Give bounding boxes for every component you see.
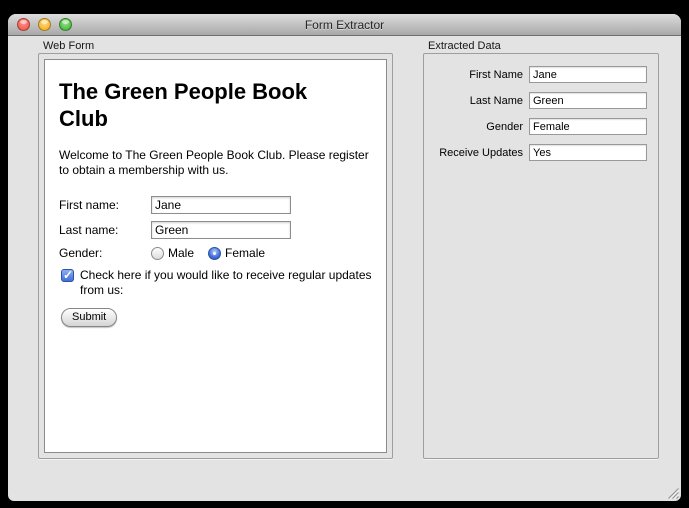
updates-checkbox[interactable]	[61, 269, 74, 282]
extracted-last-name-label: Last Name	[430, 95, 529, 107]
window-content: Web Form The Green People Book Club Welc…	[8, 37, 681, 501]
extracted-gender-field[interactable]	[529, 118, 647, 135]
titlebar[interactable]: Form Extractor	[8, 14, 681, 36]
first-name-row: First name:	[59, 196, 372, 214]
zoom-button[interactable]	[59, 18, 72, 31]
resize-grip-icon[interactable]	[666, 486, 679, 499]
web-form-panel: The Green People Book Club Welcome to Th…	[38, 53, 393, 459]
extracted-row-receive-updates: Receive Updates	[430, 144, 647, 161]
app-window: Form Extractor Web Form The Green People…	[8, 14, 681, 501]
close-button[interactable]	[17, 18, 30, 31]
first-name-label: First name:	[59, 198, 151, 212]
gender-label: Gender:	[59, 246, 151, 260]
web-form-panel-label: Web Form	[43, 40, 94, 52]
extracted-panel-label: Extracted Data	[428, 40, 501, 52]
gender-row: Gender: Male Female	[59, 246, 372, 260]
submit-button[interactable]: Submit	[61, 308, 117, 327]
extracted-row-gender: Gender	[430, 118, 647, 135]
form-intro: Welcome to The Green People Book Club. P…	[59, 148, 375, 178]
updates-label: Check here if you would like to receive …	[80, 268, 372, 298]
window-title: Form Extractor	[305, 18, 384, 32]
gender-option-male[interactable]: Male	[151, 246, 194, 260]
web-form-view: The Green People Book Club Welcome to Th…	[44, 59, 387, 453]
extracted-data-panel: First Name Last Name Gender Receive Upda…	[423, 53, 659, 459]
extracted-gender-label: Gender	[430, 121, 529, 133]
extracted-row-first-name: First Name	[430, 66, 647, 83]
extracted-receive-updates-field[interactable]	[529, 144, 647, 161]
extracted-receive-updates-label: Receive Updates	[430, 147, 529, 159]
gender-option-male-label: Male	[168, 246, 194, 260]
extracted-last-name-field[interactable]	[529, 92, 647, 109]
gender-radio[interactable]	[151, 247, 164, 260]
updates-row: Check here if you would like to receive …	[59, 268, 372, 298]
minimize-button[interactable]	[38, 18, 51, 31]
extracted-first-name-label: First Name	[430, 69, 529, 81]
last-name-row: Last name:	[59, 221, 372, 239]
gender-radio[interactable]	[208, 247, 221, 260]
extracted-row-last-name: Last Name	[430, 92, 647, 109]
form-heading: The Green People Book Club	[59, 78, 329, 132]
window-controls	[17, 18, 72, 31]
last-name-label: Last name:	[59, 223, 151, 237]
gender-option-female[interactable]: Female	[208, 246, 265, 260]
gender-options: Male Female	[151, 246, 265, 260]
first-name-input[interactable]	[151, 196, 291, 214]
last-name-input[interactable]	[151, 221, 291, 239]
gender-option-female-label: Female	[225, 246, 265, 260]
extracted-first-name-field[interactable]	[529, 66, 647, 83]
